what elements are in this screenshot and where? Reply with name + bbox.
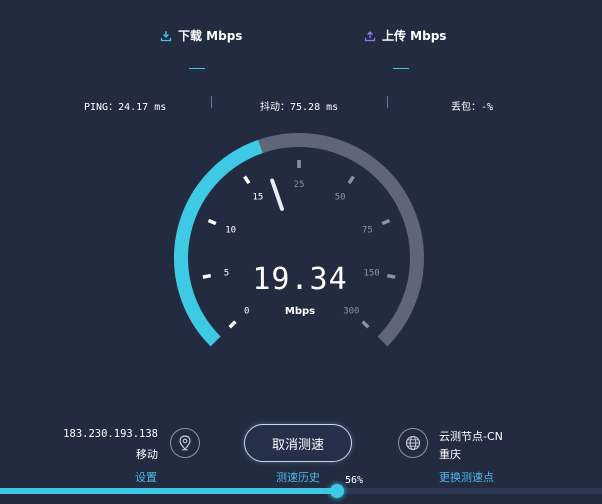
progress-fill — [0, 488, 338, 494]
gauge-tick-label: 10 — [225, 226, 236, 236]
change-node-link[interactable]: 更换测速点 — [439, 469, 494, 485]
client-isp: 移动 — [136, 448, 158, 461]
gauge-tick-mark — [361, 320, 370, 329]
gauge-tick-mark — [228, 320, 237, 329]
progress-percent: 56% — [345, 475, 364, 486]
gauge-tick-mark — [381, 218, 391, 226]
settings-link[interactable]: 设置 — [135, 469, 157, 485]
test-node-city: 重庆 — [439, 448, 461, 461]
speed-value: 19.34 — [252, 262, 348, 297]
test-history-link[interactable]: 测速历史 — [276, 469, 320, 485]
progress-knob[interactable] — [330, 484, 345, 498]
gauge-tick-label: 25 — [294, 180, 305, 190]
gauge-tick-label: 15 — [252, 192, 263, 202]
globe-icon — [398, 428, 428, 458]
gauge-tick-label: 0 — [244, 306, 249, 316]
test-node-name: 云测节点-CN — [439, 430, 503, 443]
cancel-test-button[interactable]: 取消测速 — [244, 424, 352, 462]
gauge-tick-mark — [243, 175, 251, 185]
gauge-needle — [270, 178, 284, 211]
gauge-tick-mark — [207, 218, 217, 226]
gauge-tick-label: 75 — [362, 226, 373, 236]
client-ip: 183.230.193.138 — [63, 428, 158, 440]
speed-unit: Mbps — [284, 306, 316, 317]
progress-bar — [0, 484, 602, 498]
gauge-tick-mark — [347, 175, 355, 185]
location-pin-icon — [170, 428, 200, 458]
gauge-tick-label: 50 — [335, 192, 346, 202]
